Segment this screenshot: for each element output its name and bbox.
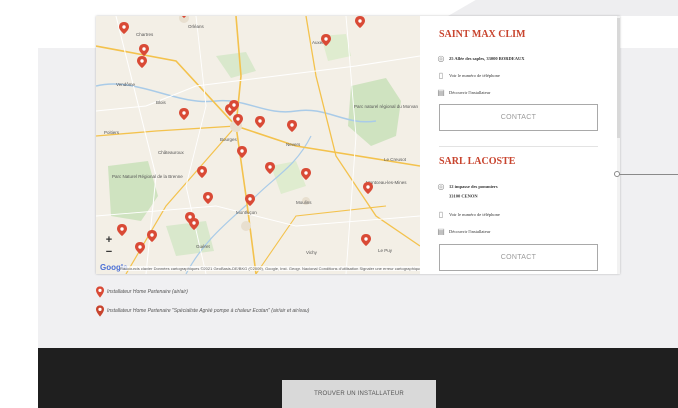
place-label: Montluçon	[236, 210, 257, 215]
place-label: Poitiers	[104, 130, 120, 135]
document-icon: ▤	[437, 227, 445, 236]
callout-connector-dot	[614, 171, 620, 177]
address-text: 25 Allée des saples, 33000 BORDEAUX	[449, 56, 525, 61]
place-label: Le Puy	[378, 248, 393, 253]
map-pin-icon	[96, 305, 104, 317]
map-pin-center	[138, 245, 142, 249]
phone-link-text[interactable]: Voir le numéro de téléphone	[449, 73, 500, 78]
map-pin-center	[150, 233, 154, 237]
address-text: 12 impasse des pommiers	[449, 184, 498, 189]
legend-text: Installateur Home Partenaire (air/air)	[107, 289, 188, 295]
legend-item: Installateur Home Partenaire "Spécialist…	[96, 305, 309, 317]
map-canvas[interactable]: Orléans Chartres Vendôme Blois Bourges N…	[96, 16, 420, 274]
installer-address: ◎ 25 Allée des saples, 33000 BORDEAUX	[437, 54, 525, 64]
discover-link-text[interactable]: Découvrir l'installateur	[449, 229, 490, 234]
map-pin-center	[248, 197, 252, 201]
place-label: Parc Naturel Régional de la Brenne	[112, 174, 183, 179]
place-label: Vendôme	[116, 82, 136, 87]
map-pin-center	[122, 25, 126, 29]
installer-map-card: Orléans Chartres Vendôme Blois Bourges N…	[96, 16, 620, 274]
callout-connector-line	[618, 174, 678, 175]
panel-scrollbar-thumb[interactable]	[617, 18, 620, 138]
installer-name: SAINT MAX CLIM	[439, 29, 526, 40]
installer-discover-link[interactable]: ▤ Découvrir l'installateur	[437, 88, 490, 98]
map-pin-center	[206, 195, 210, 199]
find-installer-button[interactable]: TROUVER UN INSTALLATEUR	[282, 380, 436, 408]
place-label: Guéret	[196, 244, 211, 249]
legend-text: Installateur Home Partenaire "Spécialist…	[107, 308, 310, 314]
map-pin-center	[268, 165, 272, 169]
map-pin-center	[140, 59, 144, 63]
map-pin-icon	[96, 286, 104, 298]
installer-phone-link[interactable]: ▯ Voir le numéro de téléphone	[437, 210, 500, 220]
map-pin-center	[182, 111, 186, 115]
place-label: Blois	[156, 100, 167, 105]
installer-address-line2: 33100 CENON	[449, 193, 478, 203]
map-pin-center	[290, 123, 294, 127]
address-text: 33100 CENON	[449, 193, 478, 199]
location-pin-icon: ◎	[437, 182, 445, 191]
discover-link-text[interactable]: Découvrir l'installateur	[449, 90, 490, 95]
map-pin-center	[236, 117, 240, 121]
installer-address: ◎ 12 impasse des pommiers	[437, 182, 498, 192]
map-pin-center	[120, 227, 124, 231]
place-label: Châteauroux	[158, 150, 185, 155]
location-pin-icon: ◎	[437, 54, 445, 63]
map-pin-center	[304, 171, 308, 175]
legend-item: Installateur Home Partenaire (air/air)	[96, 286, 188, 298]
map-pin-center	[358, 19, 362, 23]
map-pin-center	[188, 215, 192, 219]
map-zoom-controls: + −	[102, 234, 116, 258]
map-pin-center	[232, 103, 236, 107]
zoom-in-button[interactable]: +	[102, 234, 116, 246]
map-attribution: Raccourcis clavier Données cartographiqu…	[120, 266, 420, 271]
installer-list-panel[interactable]: SAINT MAX CLIM ◎ 25 Allée des saples, 330…	[420, 16, 620, 274]
installer-name: SARL LACOSTE	[439, 156, 516, 167]
map-pin-center	[192, 221, 196, 225]
installer-map[interactable]: Orléans Chartres Vendôme Blois Bourges N…	[96, 16, 420, 274]
place-label: Parc naturel régional du Morvan	[354, 104, 419, 109]
decorative-corner-shape	[448, 0, 678, 16]
map-pin-center	[142, 47, 146, 51]
place-label: Vichy	[306, 250, 318, 255]
document-icon: ▤	[437, 88, 445, 97]
contact-button[interactable]: CONTACT	[439, 244, 598, 271]
map-pin-center	[366, 185, 370, 189]
map-pin-center	[200, 169, 204, 173]
zoom-out-button[interactable]: −	[102, 246, 116, 258]
place-label: Bourges	[220, 137, 238, 142]
map-pin-center	[324, 37, 328, 41]
installer-phone-link[interactable]: ▯ Voir le numéro de téléphone	[437, 71, 500, 81]
map-pin-center	[258, 119, 262, 123]
installer-discover-link[interactable]: ▤ Découvrir l'installateur	[437, 227, 490, 237]
place-label: Nevers	[286, 142, 301, 147]
place-label: Le Creusot	[384, 157, 407, 162]
map-pin-center	[240, 149, 244, 153]
place-label: Chartres	[136, 32, 154, 37]
phone-link-text[interactable]: Voir le numéro de téléphone	[449, 212, 500, 217]
left-margin	[0, 0, 38, 408]
entry-divider	[439, 146, 598, 147]
place-label: Orléans	[188, 24, 205, 29]
city-area-montlucon	[241, 221, 251, 231]
contact-button[interactable]: CONTACT	[439, 104, 598, 131]
phone-icon: ▯	[438, 210, 444, 219]
place-label: Moulins	[296, 200, 312, 205]
phone-icon: ▯	[438, 71, 444, 80]
map-pin-center	[364, 237, 368, 241]
